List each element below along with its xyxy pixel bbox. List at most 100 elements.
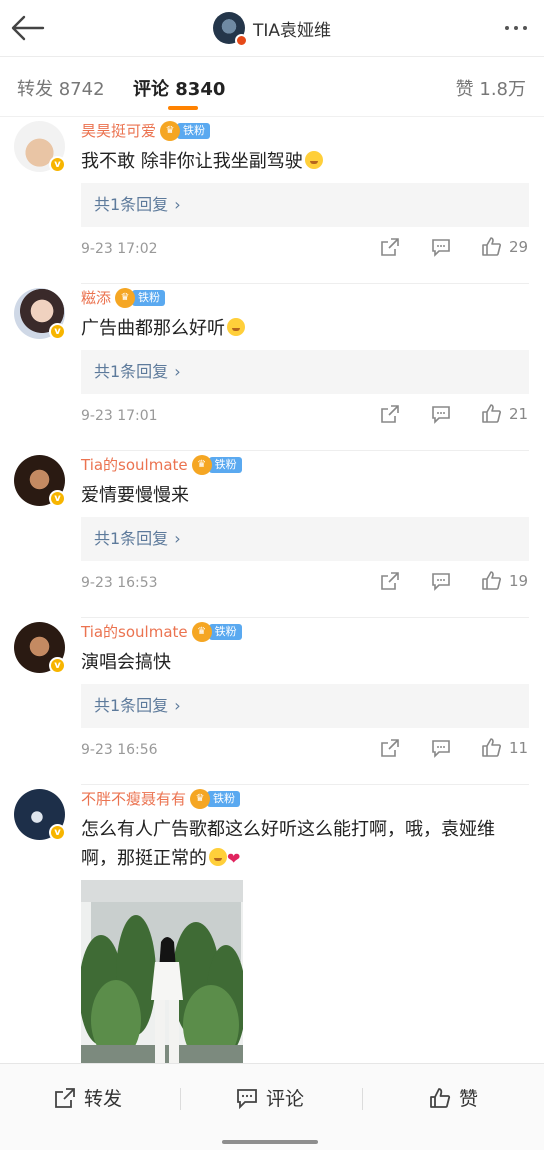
- reply-summary[interactable]: 共1条回复 ›: [81, 684, 529, 728]
- share-icon[interactable]: [380, 404, 400, 424]
- crown-icon: ♛: [191, 621, 212, 642]
- fan-badge: ♛ 铁粉: [115, 287, 166, 308]
- share-icon[interactable]: [380, 237, 400, 257]
- like-button[interactable]: 29: [481, 236, 528, 257]
- emoji-icon: [209, 848, 227, 866]
- bottom-action-bar: 转发 评论 赞: [0, 1063, 544, 1150]
- comment-header: Tia的soulmate ♛ 铁粉: [81, 621, 242, 642]
- thumbs-up-icon: [482, 571, 501, 590]
- comment-list[interactable]: v 昊昊挺可爱 ♛ 铁粉 我不敢 除非你让我坐副驾驶 共1条回复 › 9-23 17…: [0, 117, 544, 1063]
- crown-icon: ♛: [160, 120, 181, 141]
- avatar[interactable]: v: [14, 789, 66, 841]
- comment-icon[interactable]: [431, 237, 451, 257]
- verified-badge-icon: v: [49, 657, 66, 674]
- author-avatar: [212, 12, 248, 47]
- thumbs-up-icon: [482, 404, 501, 423]
- username[interactable]: 不胖不瘦聂有有: [81, 788, 186, 809]
- comment-button[interactable]: 评论: [236, 1084, 304, 1111]
- tab-repost[interactable]: 转发 8742: [17, 75, 105, 101]
- repost-button[interactable]: 转发: [54, 1084, 122, 1111]
- like-button[interactable]: 11: [481, 737, 528, 758]
- like-button[interactable]: 赞: [429, 1084, 478, 1111]
- comment-photo[interactable]: [81, 880, 243, 1063]
- comment-header: 昊昊挺可爱 ♛ 铁粉: [81, 120, 211, 141]
- avatar[interactable]: v: [14, 455, 66, 507]
- share-icon[interactable]: [380, 571, 400, 591]
- thumbs-up-icon: [430, 1087, 451, 1108]
- comment-item: v Tia的soulmate ♛ 铁粉 爱情要慢慢来 共1条回复 › 9-23 16…: [0, 451, 544, 618]
- comment-icon: [237, 1088, 257, 1109]
- comment-item: v Tia的soulmate ♛ 铁粉 演唱会搞快 共1条回复 › 9-23 16:…: [0, 618, 544, 785]
- chevron-right-icon: ›: [174, 195, 181, 214]
- like-button[interactable]: 19: [481, 570, 528, 591]
- avatar[interactable]: v: [14, 288, 66, 340]
- comment-text: 爱情要慢慢来: [81, 485, 189, 506]
- tab-like[interactable]: 赞 1.8万: [456, 75, 526, 101]
- tab-bar: 转发 8742 评论 8340 赞 1.8万: [0, 57, 544, 117]
- username[interactable]: Tia的soulmate: [81, 454, 188, 475]
- verified-badge-icon: v: [49, 323, 66, 340]
- comment-item: v 糍添 ♛ 铁粉 广告曲都那么好听 共1条回复 › 9-23 17:01 21: [0, 284, 544, 451]
- like-button[interactable]: 21: [481, 403, 528, 424]
- chevron-right-icon: ›: [174, 696, 181, 715]
- fan-badge: ♛ 铁粉: [160, 120, 211, 141]
- repost-label: 转发: [84, 1088, 123, 1110]
- tab-comment[interactable]: 评论 8340: [133, 75, 225, 101]
- like-label: 赞: [459, 1088, 479, 1110]
- verified-badge-icon: v: [49, 490, 66, 507]
- username[interactable]: 昊昊挺可爱: [81, 120, 156, 141]
- more-icon[interactable]: [500, 18, 532, 38]
- crown-icon: ♛: [190, 788, 211, 809]
- comment-icon[interactable]: [431, 738, 451, 758]
- divider: [362, 1088, 363, 1110]
- comment-time: 9-23 16:53: [81, 575, 158, 591]
- crown-icon: ♛: [191, 454, 212, 475]
- comment-label: 评论: [266, 1088, 305, 1110]
- thumbs-up-icon: [482, 738, 501, 757]
- like-count: 19: [509, 571, 529, 590]
- reply-summary[interactable]: 共1条回复 ›: [81, 350, 529, 394]
- comment-item: v 昊昊挺可爱 ♛ 铁粉 我不敢 除非你让我坐副驾驶 共1条回复 › 9-23 17…: [0, 117, 544, 284]
- like-count: 29: [509, 237, 529, 256]
- comment-icon[interactable]: [431, 404, 451, 424]
- comment-text: 演唱会搞快: [81, 652, 171, 673]
- share-icon: [55, 1087, 75, 1108]
- avatar[interactable]: v: [14, 622, 66, 674]
- active-tab-indicator: [168, 106, 198, 110]
- home-indicator: [222, 1140, 318, 1144]
- emoji-icon: [304, 151, 323, 169]
- heart-icon: ❤: [227, 849, 241, 868]
- page-title: TIA袁娅维: [252, 20, 332, 41]
- thumbs-up-icon: [482, 237, 501, 256]
- like-count: 21: [509, 404, 529, 423]
- divider: [180, 1088, 181, 1110]
- comment-text: 我不敢 除非你让我坐副驾驶: [81, 147, 531, 176]
- chevron-right-icon: ›: [174, 529, 181, 548]
- share-icon[interactable]: [380, 738, 400, 758]
- username[interactable]: 糍添: [81, 287, 111, 308]
- page-title-group[interactable]: TIA袁娅维: [0, 12, 544, 47]
- reply-summary[interactable]: 共1条回复 ›: [81, 183, 529, 227]
- fan-badge: ♛ 铁粉: [191, 454, 242, 475]
- comment-header: 糍添 ♛ 铁粉: [81, 287, 166, 308]
- chevron-right-icon: ›: [174, 362, 181, 381]
- crown-icon: ♛: [115, 287, 136, 308]
- comment-header: 不胖不瘦聂有有 ♛ 铁粉: [81, 788, 241, 809]
- comment-text: 广告曲都那么好听: [81, 314, 531, 343]
- comment-text: 怎么有人广告歌都这么好听这么能打啊，哦，袁娅维啊，那挺正常的 ❤: [81, 819, 495, 869]
- emoji-icon: [227, 318, 245, 336]
- verified-badge-icon: v: [49, 156, 66, 173]
- fan-badge: ♛ 铁粉: [191, 621, 242, 642]
- reply-summary[interactable]: 共1条回复 ›: [81, 517, 529, 561]
- verified-badge-icon: v: [49, 824, 66, 841]
- comment-icon[interactable]: [431, 571, 451, 591]
- comment-header: Tia的soulmate ♛ 铁粉: [81, 454, 242, 475]
- verified-badge-icon: [234, 34, 248, 47]
- comment-time: 9-23 17:02: [81, 241, 158, 257]
- comment-item: v 不胖不瘦聂有有 ♛ 铁粉 怎么有人广告歌都这么好听这么能打啊，哦，袁娅维啊，那…: [0, 785, 544, 1063]
- like-count: 11: [509, 738, 529, 757]
- username[interactable]: Tia的soulmate: [81, 621, 188, 642]
- avatar[interactable]: v: [14, 121, 66, 173]
- fan-badge: ♛ 铁粉: [190, 788, 241, 809]
- top-navigation-bar: TIA袁娅维: [0, 0, 544, 57]
